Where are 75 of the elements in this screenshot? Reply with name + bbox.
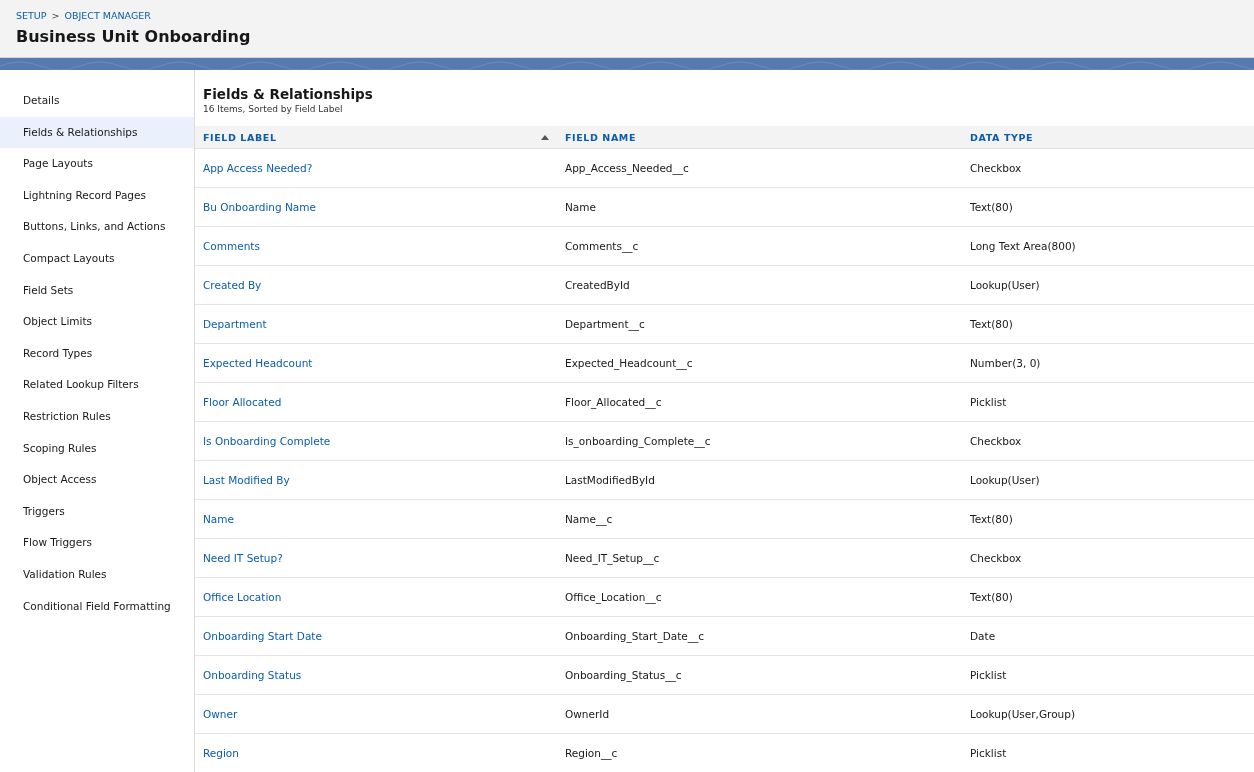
- table-cell: App_Access_Needed__c: [557, 149, 962, 188]
- field-label-link[interactable]: Is Onboarding Complete: [203, 435, 331, 447]
- column-header[interactable]: DATA TYPE: [962, 126, 1254, 149]
- field-label-link[interactable]: Onboarding Start Date: [203, 630, 322, 642]
- sidebar-item[interactable]: Page Layouts: [0, 148, 194, 180]
- field-label-link[interactable]: Bu Onboarding Name: [203, 201, 316, 213]
- table-cell: Lookup(User): [962, 461, 1254, 500]
- sidebar-item[interactable]: Compact Layouts: [0, 242, 194, 275]
- table-cell: Long Text Area(800): [962, 227, 1254, 266]
- sidebar-item[interactable]: Lightning Record Pages: [0, 179, 194, 212]
- field-label-link[interactable]: Expected Headcount: [203, 357, 313, 369]
- column-header[interactable]: FIELD NAME: [557, 126, 962, 149]
- field-label-link[interactable]: Comments: [203, 240, 260, 252]
- table-cell: Expected_Headcount__c: [557, 344, 962, 383]
- sidebar-item[interactable]: Record Types: [0, 337, 194, 370]
- table-cell: Checkbox: [962, 149, 1254, 188]
- section-title: Fields & Relationships: [203, 86, 374, 102]
- table-cell: Onboarding_Status__c: [557, 656, 962, 695]
- field-label-link[interactable]: Need IT Setup?: [203, 552, 283, 564]
- table-cell: Comments__c: [557, 227, 962, 266]
- sidebar-item[interactable]: Field Sets: [0, 274, 194, 307]
- field-label-link[interactable]: Floor Allocated: [203, 396, 282, 408]
- sidebar-item[interactable]: Flow Triggers: [0, 527, 194, 559]
- table-cell: Region__c: [557, 734, 962, 772]
- table-cell: Onboarding_Start_Date__c: [557, 617, 962, 656]
- table-cell: Picklist: [962, 734, 1254, 772]
- breadcrumb-link[interactable]: SETUP: [16, 10, 47, 21]
- table-cell: Need_IT_Setup__c: [557, 539, 962, 578]
- breadcrumb-link[interactable]: OBJECT MANAGER: [64, 10, 151, 21]
- table-cell: Checkbox: [962, 539, 1254, 578]
- object-title: Business Unit Onboarding: [16, 27, 252, 46]
- table-cell: Name__c: [557, 500, 962, 539]
- table-cell: Picklist: [962, 383, 1254, 422]
- sidebar-item[interactable]: Conditional Field Formatting: [0, 590, 194, 623]
- table-cell: Lookup(User): [962, 266, 1254, 305]
- sidebar-item[interactable]: Related Lookup Filters: [0, 369, 194, 401]
- sort-ascending-icon: [541, 134, 549, 140]
- field-label-link[interactable]: Created By: [203, 279, 262, 291]
- table-cell: Is_onboarding_Complete__c: [557, 422, 962, 461]
- table-cell: Department__c: [557, 305, 962, 344]
- table-cell: Office_Location__c: [557, 578, 962, 617]
- item-count: 16 Items, Sorted by Field Label: [203, 104, 344, 114]
- sidebar-item[interactable]: Validation Rules: [0, 558, 194, 591]
- sidebar-item[interactable]: Object Access: [0, 464, 194, 496]
- table-cell: Picklist: [962, 656, 1254, 695]
- field-label-link[interactable]: Last Modified By: [203, 474, 290, 486]
- sidebar-item[interactable]: Restriction Rules: [0, 400, 194, 433]
- sidebar-item[interactable]: Buttons, Links, and Actions: [0, 211, 194, 243]
- breadcrumb-separator: >: [51, 10, 60, 21]
- table-cell: Text(80): [962, 500, 1254, 539]
- sidebar-item[interactable]: Details: [0, 85, 194, 117]
- table-cell: Lookup(User,Group): [962, 695, 1254, 734]
- table-cell: Text(80): [962, 188, 1254, 227]
- field-label-link[interactable]: Onboarding Status: [203, 669, 302, 681]
- table-cell: Name: [557, 188, 962, 227]
- sidebar-item[interactable]: Fields & Relationships: [0, 116, 194, 149]
- field-label-link[interactable]: Department: [203, 318, 267, 330]
- table-cell: OwnerId: [557, 695, 962, 734]
- table-cell: LastModifiedById: [557, 461, 962, 500]
- field-label-link[interactable]: Office Location: [203, 591, 282, 603]
- table-cell: Number(3, 0): [962, 344, 1254, 383]
- field-label-link[interactable]: App Access Needed?: [203, 162, 313, 174]
- sidebar-item[interactable]: Triggers: [0, 495, 194, 528]
- sidebar-item[interactable]: Scoping Rules: [0, 432, 194, 465]
- field-label-link[interactable]: Region: [203, 747, 239, 759]
- sidebar-item[interactable]: Object Limits: [0, 306, 194, 338]
- column-header[interactable]: FIELD LABEL: [195, 126, 557, 149]
- table-cell: Checkbox: [962, 422, 1254, 461]
- table-cell: Date: [962, 617, 1254, 656]
- table-cell: CreatedById: [557, 266, 962, 305]
- table-cell: Text(80): [962, 578, 1254, 617]
- field-label-link[interactable]: Name: [203, 513, 234, 525]
- table-cell: Text(80): [962, 305, 1254, 344]
- table-cell: Floor_Allocated__c: [557, 383, 962, 422]
- field-label-link[interactable]: Owner: [203, 708, 238, 720]
